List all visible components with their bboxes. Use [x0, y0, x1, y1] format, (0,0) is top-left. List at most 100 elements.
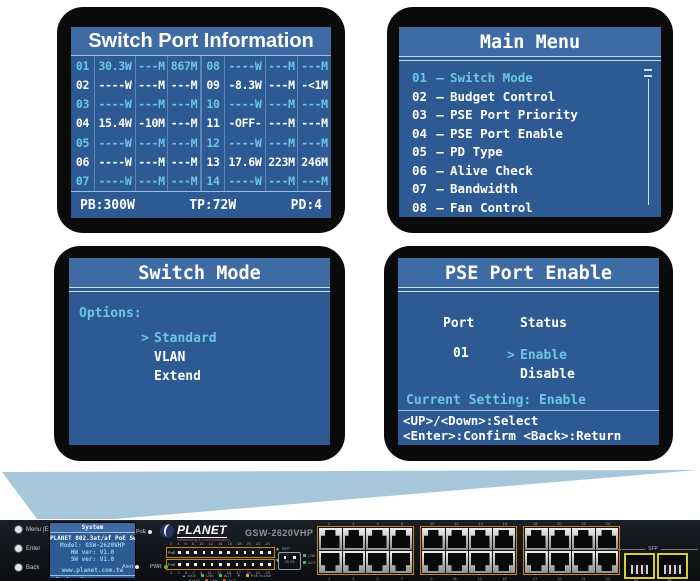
- menu-item-alive-check[interactable]: 06–Alive Check: [412, 162, 661, 181]
- menu-item-label: Bandwidth: [450, 180, 518, 199]
- rj45-port[interactable]: [319, 551, 342, 573]
- rj45-port[interactable]: [446, 551, 469, 573]
- port-number: 24: [606, 521, 610, 526]
- rj45-port[interactable]: [469, 528, 492, 550]
- port-number: 18: [533, 521, 537, 526]
- mini-lcd-line: HW ver: V1.0: [50, 549, 135, 556]
- port-info-cell: 15.4W: [95, 114, 136, 133]
- panel-button-back[interactable]: Back: [14, 563, 39, 572]
- rj45-port[interactable]: [572, 551, 595, 573]
- help-line-2: <Enter>:Confirm <Back>:Return: [403, 428, 621, 443]
- port-number: 17: [533, 576, 537, 581]
- port-info-cell: ---M: [298, 95, 331, 114]
- rj45-port[interactable]: [390, 528, 413, 550]
- rj45-port[interactable]: [343, 551, 366, 573]
- rj45-port[interactable]: [525, 528, 548, 550]
- button-label: Enter: [26, 546, 40, 552]
- port-info-cell: ---M: [136, 95, 168, 114]
- legend-text: PoE In-Use: [251, 573, 271, 578]
- pse-option-enable[interactable]: >Enable: [507, 346, 575, 365]
- scrollbar[interactable]: [648, 79, 649, 205]
- pse-option-disable[interactable]: Disable: [507, 365, 575, 384]
- rj45-bank: [523, 526, 620, 575]
- sfp-port-26[interactable]: [657, 553, 688, 579]
- port-info-cell: 10: [201, 95, 225, 114]
- led-icon: [148, 530, 152, 534]
- sfp-cage-number: 25: [634, 577, 638, 581]
- legend-item: 10/100: [188, 578, 200, 581]
- rj45-port[interactable]: [596, 551, 619, 573]
- screen-port-info: Switch Port Information 0130.3W---M867M0…: [71, 27, 331, 218]
- port-info-cell: ---M: [136, 152, 168, 171]
- menu-item-fan-control[interactable]: 08–Fan Control: [412, 199, 661, 218]
- port-led-icon: [219, 551, 222, 554]
- port-info-cell: ---M: [266, 133, 298, 152]
- lcd-frame-main-menu: Main Menu 01–Switch Mode02–Budget Contro…: [387, 7, 673, 233]
- rj45-port[interactable]: [390, 551, 413, 573]
- port-info-cell: 13: [201, 152, 225, 171]
- port-led-icon: [186, 551, 189, 554]
- mini-lcd-display: System PLANET 802.3at/af PoE SwitchModel…: [49, 522, 136, 579]
- rj45-port[interactable]: [422, 551, 445, 573]
- legend-text: LNK: [210, 578, 218, 581]
- legend-item: ACT: [223, 578, 236, 581]
- port-led-icon: [268, 563, 271, 566]
- port-info-cell: ---M: [298, 133, 331, 152]
- rj45-port[interactable]: [493, 551, 516, 573]
- page: Switch Port Information 0130.3W---M867M0…: [0, 0, 700, 581]
- led-number: 16: [228, 541, 232, 546]
- port-number: 9: [430, 576, 432, 581]
- rj45-port[interactable]: [446, 528, 469, 550]
- rj45-port[interactable]: [343, 528, 366, 550]
- menu-item-bandwidth[interactable]: 07–Bandwidth: [412, 180, 661, 199]
- port-info-cell: -<1M: [298, 75, 331, 94]
- rj45-port[interactable]: [493, 528, 516, 550]
- sfp-port-25[interactable]: [624, 553, 655, 579]
- rj45-port[interactable]: [422, 528, 445, 550]
- port-info-cell: ---M: [266, 114, 298, 133]
- led-number: 20: [246, 541, 250, 546]
- rj45-port[interactable]: [469, 551, 492, 573]
- rj45-port[interactable]: [549, 551, 572, 573]
- screen-main-menu: Main Menu 01–Switch Mode02–Budget Contro…: [399, 27, 661, 217]
- sfp-header-line: [608, 549, 645, 550]
- port-header: Port: [443, 316, 474, 331]
- led-number: 3: [178, 570, 180, 575]
- rj45-port[interactable]: [319, 528, 342, 550]
- rj45-port[interactable]: [525, 551, 548, 573]
- port-number: 10: [430, 521, 434, 526]
- port-info-table: 0130.3W---M867M08----W---M---M02----W---…: [71, 56, 331, 191]
- led-number: 12: [209, 541, 213, 546]
- port-info-cell: 06: [71, 152, 95, 171]
- port-number: 15: [502, 576, 506, 581]
- rj45-port[interactable]: [366, 528, 389, 550]
- port-led-icon: [203, 563, 206, 566]
- menu-item-pse-port-priority[interactable]: 03–PSE Port Priority: [412, 106, 661, 125]
- menu-item-number: 02: [412, 88, 430, 107]
- port-info-cell: 223M: [266, 152, 298, 171]
- port-number: 23: [606, 576, 610, 581]
- option-standard[interactable]: >Standard: [141, 329, 330, 348]
- menu-item-budget-control[interactable]: 02–Budget Control: [412, 88, 661, 107]
- poe-led-row-bottom: PoE: [166, 559, 275, 570]
- menu-item-pse-port-enable[interactable]: 04–PSE Port Enable: [412, 125, 661, 144]
- port-led-icon: [194, 563, 197, 566]
- port-led-icon: [194, 551, 197, 554]
- current-setting: Current Setting: Enable: [406, 393, 586, 408]
- port-info-cell: 05: [71, 133, 95, 152]
- port-info-cell: -OFF-: [225, 114, 266, 133]
- sfp-cage-header: SFP: [608, 546, 698, 552]
- power-budget-value: PB:300W: [80, 198, 135, 213]
- option-extend[interactable]: Extend: [141, 367, 330, 386]
- rj45-port[interactable]: [572, 528, 595, 550]
- rj45-port[interactable]: [549, 528, 572, 550]
- port-info-cell: 11: [201, 114, 225, 133]
- menu-item-pd-type[interactable]: 05–PD Type: [412, 143, 661, 162]
- switch-mode-title: Switch Mode: [69, 258, 330, 287]
- port-led-icon: [178, 551, 181, 554]
- panel-button-enter[interactable]: Enter: [14, 544, 40, 553]
- sfp-cage-label: SFP: [648, 546, 658, 552]
- rj45-port[interactable]: [366, 551, 389, 573]
- option-vlan[interactable]: VLAN: [141, 348, 330, 367]
- menu-item-switch-mode[interactable]: 01–Switch Mode: [412, 69, 661, 88]
